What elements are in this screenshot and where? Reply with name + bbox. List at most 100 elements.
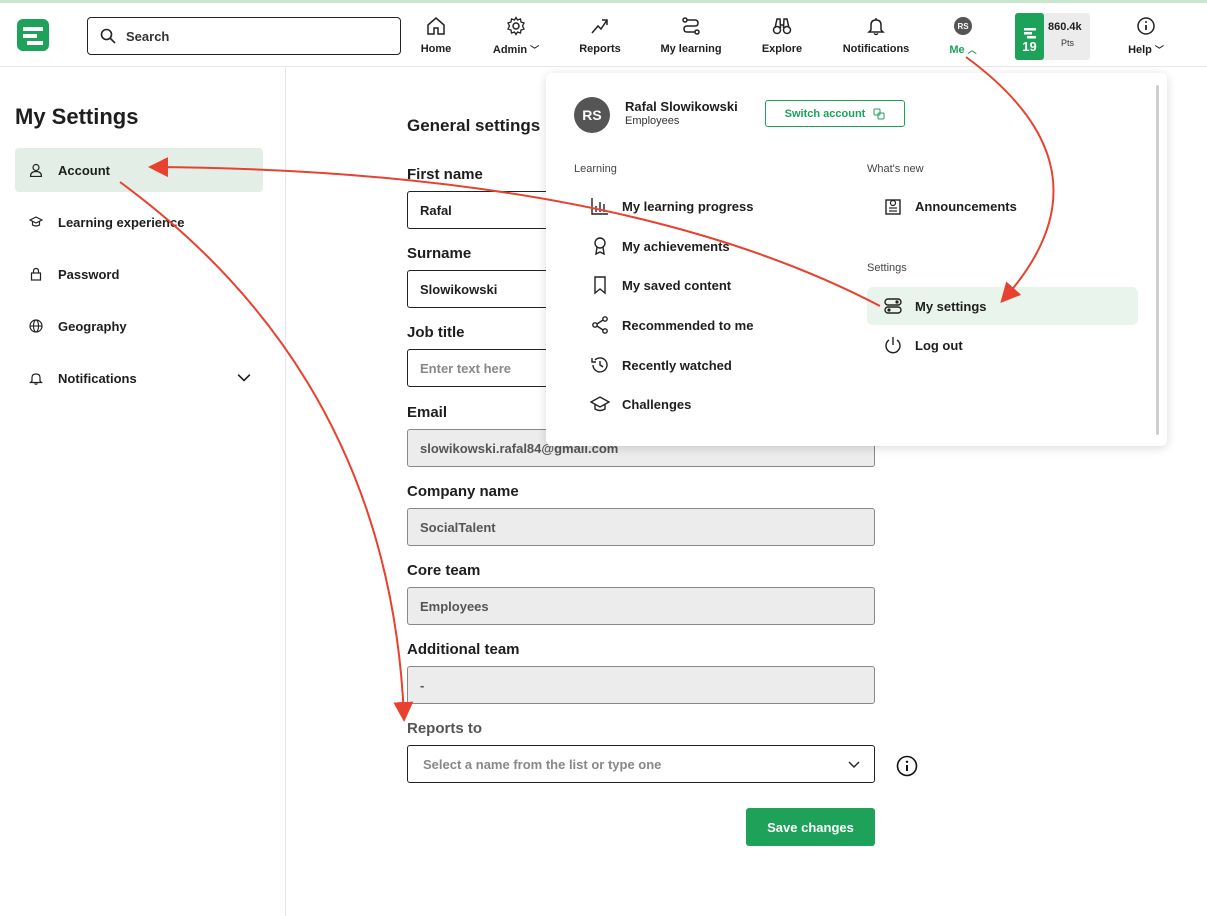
announcement-icon	[885, 199, 901, 215]
reports-to-select[interactable]: Select a name from the list or type one	[407, 745, 875, 783]
info-icon[interactable]	[896, 755, 918, 777]
nav-help-label: Help	[1128, 44, 1152, 56]
power-icon	[885, 337, 901, 354]
sidebar-item-label: Password	[58, 266, 120, 282]
sidebar-item-label: Notifications	[58, 370, 137, 386]
settings-sidebar: My Settings Account Learning experience …	[0, 68, 286, 916]
reports-to-label: Reports to	[407, 720, 482, 737]
path-icon	[682, 17, 700, 35]
chevron-down-icon[interactable]	[237, 370, 251, 384]
settings-heading: Settings	[867, 262, 907, 274]
trend-up-icon	[591, 19, 608, 34]
email-label: Email	[407, 404, 448, 421]
sidebar-item-learning-experience[interactable]: Learning experience	[15, 200, 263, 244]
menu-item-label: Recommended to me	[622, 317, 754, 333]
chevron-down-icon: ﹀	[530, 45, 540, 55]
switch-account-label: Switch account	[784, 107, 866, 120]
nav-my-learning[interactable]: My learning	[656, 15, 726, 59]
bell-icon	[867, 18, 885, 36]
points-unit: Pts	[1061, 38, 1075, 48]
gear-icon	[507, 16, 525, 36]
menu-item-announcements[interactable]: Announcements	[883, 187, 1017, 225]
streak-badge: 19	[1015, 13, 1044, 60]
binoculars-icon	[772, 18, 792, 35]
user-name: Rafal Slowikowski	[625, 99, 738, 114]
switch-account-button[interactable]: Switch account	[765, 100, 905, 127]
core-team-label: Core team	[407, 562, 481, 579]
points-value: 860.4k	[1048, 21, 1082, 33]
reports-to-placeholder: Select a name from the list or type one	[423, 756, 662, 772]
menu-item-my-settings[interactable]: My settings	[867, 287, 1138, 325]
user-icon	[29, 163, 43, 177]
menu-item-label: Log out	[915, 337, 963, 353]
menu-item-achievements[interactable]: My achievements	[590, 227, 730, 265]
history-icon	[591, 357, 608, 373]
menu-item-saved-content[interactable]: My saved content	[590, 266, 731, 304]
home-icon	[427, 17, 445, 35]
nav-my-learning-label: My learning	[660, 43, 722, 55]
menu-item-label: Announcements	[915, 198, 1017, 214]
menu-item-recently-watched[interactable]: Recently watched	[590, 346, 732, 384]
nav-explore-label: Explore	[761, 43, 803, 55]
save-changes-button[interactable]: Save changes	[746, 808, 875, 846]
first-name-label: First name	[407, 166, 483, 183]
menu-item-recommended[interactable]: Recommended to me	[590, 306, 753, 344]
chevron-down-icon	[848, 761, 860, 768]
sidebar-item-notifications[interactable]: Notifications	[15, 356, 263, 400]
learning-heading: Learning	[574, 163, 617, 175]
menu-item-label: My learning progress	[622, 198, 754, 214]
points-widget[interactable]: 19 860.4k Pts	[1015, 13, 1090, 60]
bookmark-icon	[594, 276, 606, 295]
nav-home-label: Home	[420, 43, 452, 55]
job-title-label: Job title	[407, 324, 465, 341]
menu-item-label: My settings	[915, 298, 987, 314]
search-input[interactable]: Search	[87, 17, 401, 55]
chevron-down-icon: ﹀	[1154, 45, 1164, 55]
menu-item-challenges[interactable]: Challenges	[590, 385, 691, 423]
company-name-field: SocialTalent	[407, 508, 875, 546]
sidebar-item-account[interactable]: Account	[15, 148, 263, 192]
nav-home[interactable]: Home	[418, 15, 454, 59]
surname-label: Surname	[407, 245, 472, 262]
page-title: My Settings	[15, 104, 139, 129]
nav-notifications[interactable]: Notifications	[838, 15, 914, 59]
brand-logo[interactable]	[17, 17, 49, 53]
additional-team-label: Additional team	[407, 641, 520, 658]
share-icon	[592, 316, 608, 334]
section-title: General settings	[407, 116, 541, 135]
graduation-cap-icon	[590, 396, 610, 412]
company-name-label: Company name	[407, 483, 519, 500]
globe-icon	[29, 319, 43, 333]
core-team-field: Employees	[407, 587, 875, 625]
menu-item-label: Recently watched	[622, 357, 732, 373]
sidebar-item-label: Account	[58, 162, 110, 178]
avatar: RS	[574, 97, 610, 133]
bar-chart-icon	[591, 198, 608, 215]
nav-me[interactable]: RS Me ︿	[944, 15, 982, 59]
graduation-cap-icon	[29, 216, 43, 227]
search-icon	[100, 28, 116, 44]
nav-reports-label: Reports	[579, 43, 621, 55]
streak-count: 19	[1022, 39, 1037, 54]
nav-admin[interactable]: Admin ﹀	[488, 15, 544, 59]
nav-admin-label: Admin	[492, 44, 528, 56]
scrollbar[interactable]	[1156, 85, 1159, 435]
nav-explore[interactable]: Explore	[760, 15, 804, 59]
lock-icon	[30, 267, 42, 281]
sidebar-item-geography[interactable]: Geography	[15, 304, 263, 348]
logo-mini-icon	[1023, 28, 1036, 39]
info-icon	[1137, 17, 1155, 35]
nav-help[interactable]: Help ﹀	[1122, 15, 1170, 59]
search-placeholder: Search	[126, 28, 170, 44]
menu-item-learning-progress[interactable]: My learning progress	[590, 187, 753, 225]
chevron-up-icon: ︿	[967, 45, 977, 55]
avatar: RS	[954, 17, 972, 35]
toggle-settings-icon	[884, 298, 902, 314]
menu-item-log-out[interactable]: Log out	[883, 326, 963, 364]
sidebar-item-label: Learning experience	[58, 214, 185, 230]
user-team: Employees	[625, 115, 680, 127]
sidebar-item-password[interactable]: Password	[15, 252, 263, 296]
nav-notifications-label: Notifications	[842, 43, 910, 55]
nav-reports[interactable]: Reports	[576, 15, 624, 59]
me-dropdown-menu: RS Rafal Slowikowski Employees Switch ac…	[546, 73, 1167, 446]
